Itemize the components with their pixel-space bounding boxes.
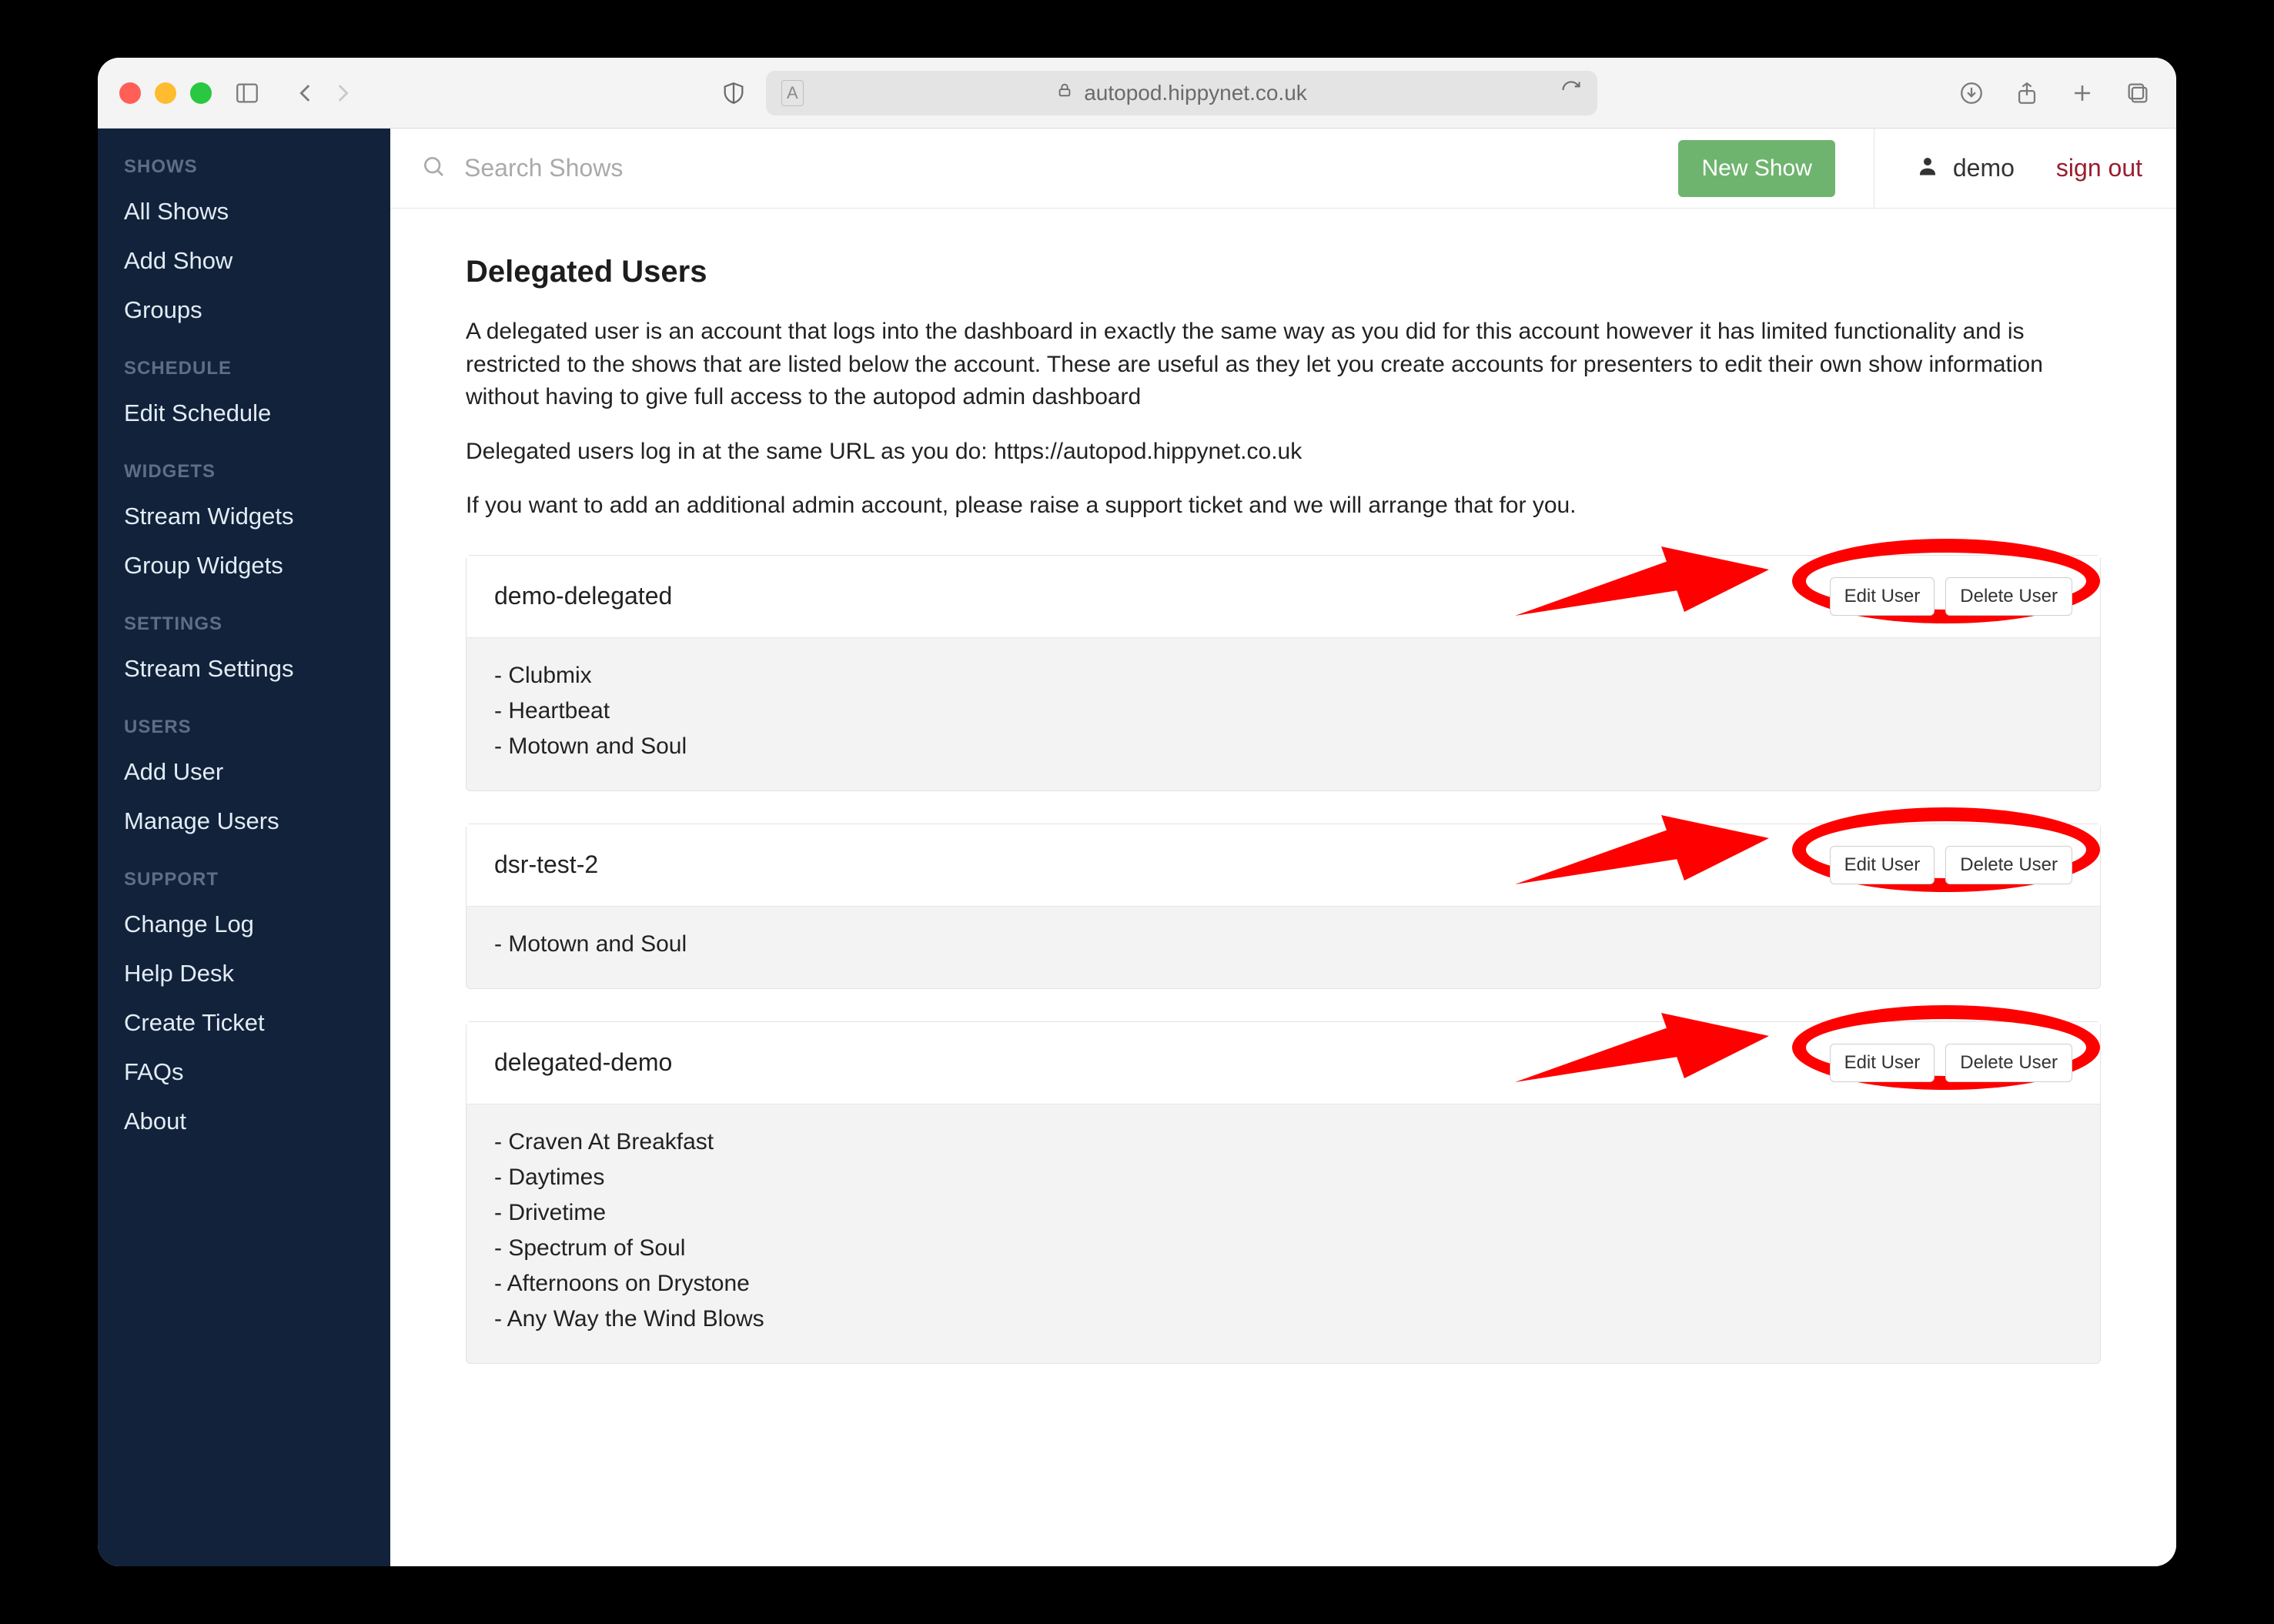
sidebar: SHOWSAll ShowsAdd ShowGroupsSCHEDULEEdit… [98, 129, 390, 1566]
maximize-window-button[interactable] [190, 82, 212, 104]
delegated-user-card: delegated-demo Edit User Delete User - Crav… [466, 1021, 2101, 1364]
sidebar-item-faqs[interactable]: FAQs [98, 1048, 390, 1097]
intro-paragraph-2: Delegated users log in at the same URL a… [466, 436, 2101, 469]
assigned-show: - Any Way the Wind Blows [494, 1302, 2072, 1337]
window-controls [119, 82, 212, 104]
sidebar-item-stream-settings[interactable]: Stream Settings [98, 644, 390, 693]
edit-user-button[interactable]: Edit User [1830, 1044, 1935, 1082]
card-header: delegated-demo Edit User Delete User [467, 1022, 2100, 1104]
sidebar-item-add-show[interactable]: Add Show [98, 236, 390, 286]
privacy-shield-icon[interactable] [717, 76, 751, 110]
edit-user-button[interactable]: Edit User [1830, 846, 1935, 884]
nav-back-icon[interactable] [289, 76, 323, 110]
minimize-window-button[interactable] [155, 82, 176, 104]
delete-user-button[interactable]: Delete User [1945, 846, 2072, 884]
titlebar: A autopod.hippynet.co.uk [98, 58, 2176, 129]
sidebar-heading: SHOWS [98, 152, 390, 187]
assigned-show: - Clubmix [494, 658, 2072, 693]
delegated-user-name: dsr-test-2 [494, 850, 1819, 879]
card-body: - Clubmix- Heartbeat- Motown and Soul [467, 638, 2100, 790]
sidebar-item-add-user[interactable]: Add User [98, 747, 390, 797]
sidebar-heading: USERS [98, 693, 390, 747]
topbar: New Show demo sign out [390, 129, 2176, 209]
sidebar-item-manage-users[interactable]: Manage Users [98, 797, 390, 846]
sidebar-item-create-ticket[interactable]: Create Ticket [98, 998, 390, 1048]
new-tab-icon[interactable] [2065, 76, 2099, 110]
sidebar-heading: SCHEDULE [98, 335, 390, 389]
new-show-button[interactable]: New Show [1678, 140, 1834, 197]
user-icon [1916, 154, 1939, 183]
close-window-button[interactable] [119, 82, 141, 104]
delete-user-button[interactable]: Delete User [1945, 1044, 2072, 1082]
sidebar-toggle-icon[interactable] [230, 76, 264, 110]
main-panel: New Show demo sign out Delegated Users A… [390, 129, 2176, 1566]
sign-out-link[interactable]: sign out [2056, 154, 2161, 182]
lock-icon [1056, 82, 1073, 104]
browser-window: A autopod.hippynet.co.uk [98, 58, 2176, 1566]
sidebar-item-change-log[interactable]: Change Log [98, 900, 390, 949]
delegated-user-name: demo-delegated [494, 582, 1819, 610]
delegated-user-card: dsr-test-2 Edit User Delete User - Motown a… [466, 824, 2101, 989]
sidebar-item-groups[interactable]: Groups [98, 286, 390, 335]
assigned-show: - Motown and Soul [494, 729, 2072, 764]
sidebar-heading: WIDGETS [98, 438, 390, 492]
delete-user-button[interactable]: Delete User [1945, 577, 2072, 616]
sidebar-heading: SETTINGS [98, 590, 390, 644]
app-body: SHOWSAll ShowsAdd ShowGroupsSCHEDULEEdit… [98, 129, 2176, 1566]
assigned-show: - Daytimes [494, 1160, 2072, 1195]
assigned-show: - Heartbeat [494, 693, 2072, 729]
sidebar-heading: SUPPORT [98, 846, 390, 900]
intro-paragraph-3: If you want to add an additional admin a… [466, 490, 2101, 523]
current-user[interactable]: demo [1893, 154, 2038, 183]
assigned-show: - Spectrum of Soul [494, 1231, 2072, 1266]
assigned-show: - Afternoons on Drystone [494, 1266, 2072, 1302]
tabs-overview-icon[interactable] [2121, 76, 2155, 110]
delegated-user-name: delegated-demo [494, 1048, 1819, 1077]
downloads-icon[interactable] [1955, 76, 1988, 110]
sidebar-item-edit-schedule[interactable]: Edit Schedule [98, 389, 390, 438]
card-header: demo-delegated Edit User Delete User [467, 556, 2100, 638]
search-icon [421, 154, 446, 182]
delegated-user-card: demo-delegated Edit User Delete User - Club… [466, 555, 2101, 791]
card-header: dsr-test-2 Edit User Delete User [467, 824, 2100, 907]
edit-user-button[interactable]: Edit User [1830, 577, 1935, 616]
sidebar-item-help-desk[interactable]: Help Desk [98, 949, 390, 998]
nav-forward-icon[interactable] [326, 76, 359, 110]
card-body: - Craven At Breakfast- Daytimes- Driveti… [467, 1104, 2100, 1363]
sidebar-item-group-widgets[interactable]: Group Widgets [98, 541, 390, 590]
text-size-icon[interactable]: A [781, 80, 804, 106]
assigned-show: - Craven At Breakfast [494, 1124, 2072, 1160]
search-input[interactable] [464, 154, 1660, 182]
address-bar[interactable]: A autopod.hippynet.co.uk [766, 71, 1597, 115]
content-area: Delegated Users A delegated user is an a… [390, 209, 2176, 1566]
reload-icon[interactable] [1560, 79, 1582, 106]
assigned-show: - Drivetime [494, 1195, 2072, 1231]
sidebar-item-about[interactable]: About [98, 1097, 390, 1146]
card-body: - Motown and Soul [467, 907, 2100, 988]
sidebar-item-stream-widgets[interactable]: Stream Widgets [98, 492, 390, 541]
intro-paragraph-1: A delegated user is an account that logs… [466, 316, 2101, 414]
address-text: autopod.hippynet.co.uk [1084, 81, 1307, 105]
share-icon[interactable] [2010, 76, 2044, 110]
assigned-show: - Motown and Soul [494, 927, 2072, 962]
page-title: Delegated Users [466, 255, 2101, 289]
sidebar-item-all-shows[interactable]: All Shows [98, 187, 390, 236]
username-label: demo [1953, 154, 2015, 182]
